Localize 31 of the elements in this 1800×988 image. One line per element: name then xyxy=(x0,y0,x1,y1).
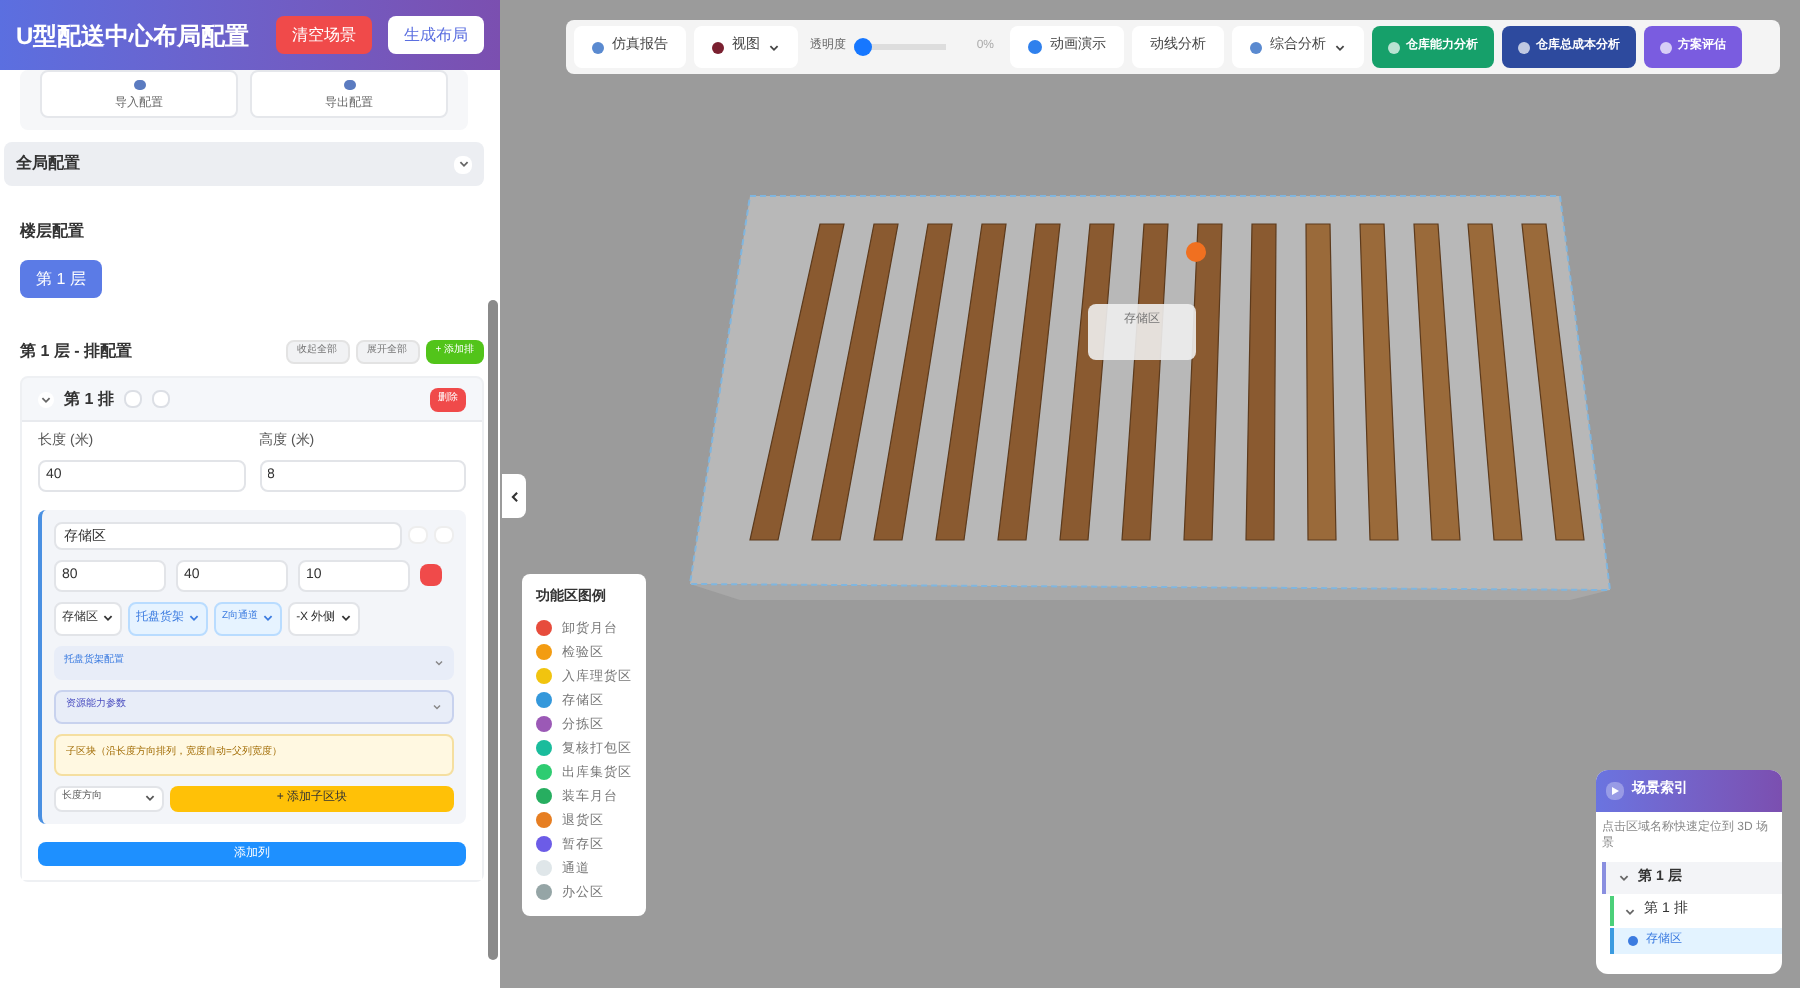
slider-track[interactable] xyxy=(854,38,946,56)
chevron-icon xyxy=(1624,905,1636,917)
caret-icon xyxy=(262,612,275,624)
toggle-button[interactable] xyxy=(38,391,54,407)
caret-icon xyxy=(102,612,114,624)
row-title: 第 1 排 xyxy=(64,387,114,411)
section-title: 全局配置 xyxy=(16,152,82,176)
remove-button[interactable] xyxy=(420,564,442,586)
area-icon xyxy=(1628,936,1638,946)
toggle-button[interactable] xyxy=(454,155,472,173)
section-title: 楼层配置 xyxy=(20,220,86,244)
scrollbar[interactable] xyxy=(488,300,498,960)
caret-icon xyxy=(188,612,200,624)
caret-icon xyxy=(339,612,352,624)
caret-icon xyxy=(1334,41,1346,53)
caret-icon xyxy=(768,41,780,53)
slider-thumb[interactable] xyxy=(854,38,872,56)
caret-icon xyxy=(144,792,156,804)
header-button[interactable]: 清空场景 xyxy=(276,16,372,54)
chevron-icon xyxy=(40,393,52,405)
chevron-icon xyxy=(457,158,469,170)
chevron-icon xyxy=(1618,872,1630,884)
chevron-icon xyxy=(507,489,521,503)
collapse-button[interactable] xyxy=(502,474,526,518)
caret-icon xyxy=(432,701,442,711)
section-header[interactable]: 全局配置 xyxy=(4,142,484,186)
section-title: 第 1 层 - 排配置 xyxy=(20,340,135,364)
floor-tab[interactable]: 第 1 层 xyxy=(20,260,102,298)
header-button[interactable]: 生成布局 xyxy=(388,16,484,54)
caret-icon xyxy=(434,657,444,667)
panel-title: U型配送中心布局配置 xyxy=(16,19,252,53)
